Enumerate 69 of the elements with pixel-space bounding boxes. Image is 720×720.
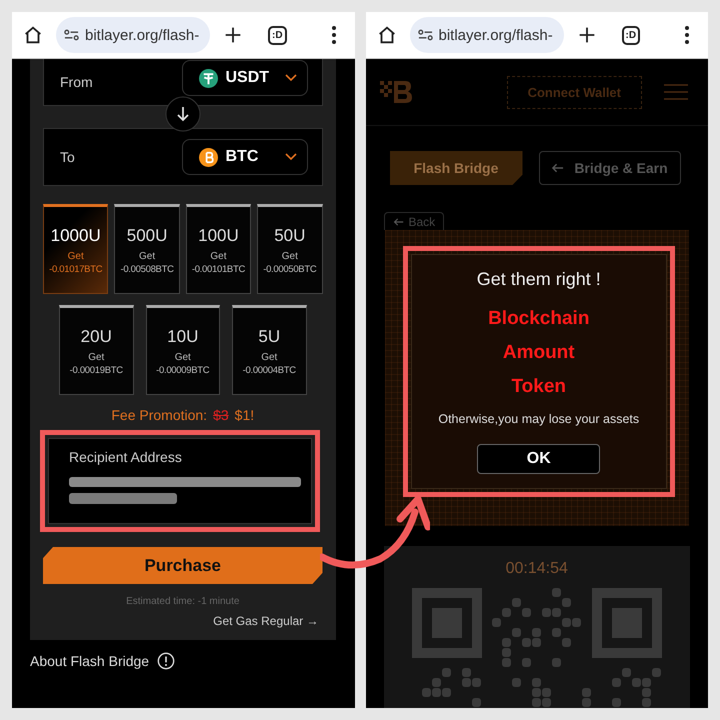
estimate-value: -0.00004BTC bbox=[242, 364, 296, 376]
url-text: bitlayer.org/flash- bbox=[85, 26, 200, 44]
get-label: Get bbox=[282, 250, 298, 262]
token-name: USDT bbox=[226, 69, 270, 87]
ok-button[interactable]: OK bbox=[477, 444, 600, 474]
warning-item: Amount bbox=[502, 341, 575, 365]
countdown-timer: 00:14:54 bbox=[506, 560, 568, 578]
tab-switcher[interactable]: :D bbox=[268, 26, 287, 44]
home-icon[interactable] bbox=[22, 24, 44, 46]
amount-option[interactable]: 1000U Get -0.01017BTC bbox=[43, 204, 108, 294]
token-selector[interactable]: BTC bbox=[182, 139, 308, 175]
amount-option[interactable]: 10U Get -0.00009BTC bbox=[146, 305, 220, 395]
warning-text: Otherwise,you may lose your assets bbox=[438, 412, 640, 426]
estimate-value: -0.00101BTC bbox=[192, 264, 246, 274]
get-label: Get bbox=[210, 250, 226, 262]
site-settings-icon bbox=[418, 29, 432, 41]
amount-option[interactable]: 500U Get -0.00508BTC bbox=[114, 204, 180, 294]
address-bar[interactable]: bitlayer.org/flash- bbox=[410, 17, 564, 53]
get-label: Get bbox=[139, 250, 156, 262]
menu-icon[interactable] bbox=[684, 25, 690, 45]
get-label: Get bbox=[261, 352, 278, 362]
amount-value: 20U bbox=[80, 326, 112, 346]
chevron-down-icon bbox=[284, 74, 296, 82]
estimated-time: Estimated time: -1 minute bbox=[125, 596, 240, 607]
url-text: bitlayer.org/flash- bbox=[438, 26, 553, 44]
purchase-button[interactable]: Purchase bbox=[43, 547, 322, 584]
get-label: Get bbox=[174, 352, 191, 362]
tab-switcher[interactable]: :D bbox=[622, 26, 640, 44]
amount-value: 500U bbox=[126, 226, 168, 246]
old-price: $3 bbox=[213, 407, 229, 423]
estimate-value: -0.00050BTC bbox=[263, 264, 316, 274]
recipient-field[interactable]: Recipient Address bbox=[48, 438, 312, 524]
new-price: $1! bbox=[234, 407, 254, 423]
address-bar[interactable]: bitlayer.org/flash- bbox=[56, 17, 210, 53]
chevron-down-icon bbox=[284, 153, 296, 161]
arrow-left-icon bbox=[551, 163, 564, 173]
estimate-value: -0.00508BTC bbox=[120, 264, 174, 274]
amount-option[interactable]: 20U Get -0.00019BTC bbox=[59, 305, 134, 395]
amount-option[interactable]: 100U Get -0.00101BTC bbox=[186, 204, 252, 294]
dialog-title: Get them right ! bbox=[476, 269, 601, 290]
amount-option[interactable]: 5U Get -0.00004BTC bbox=[232, 305, 306, 395]
menu-icon[interactable] bbox=[330, 25, 336, 45]
token-selector[interactable]: USDT bbox=[182, 60, 308, 96]
about-link[interactable]: About Flash Bridge bbox=[30, 653, 150, 669]
swap-arrow-button[interactable] bbox=[164, 96, 201, 132]
amount-value: 50U bbox=[274, 226, 306, 246]
token-name: BTC bbox=[226, 148, 258, 166]
fee-label: Fee Promotion: bbox=[111, 407, 208, 423]
recipient-label: Recipient Address bbox=[69, 449, 183, 465]
site-settings-icon bbox=[64, 29, 79, 41]
tether-coin-icon bbox=[198, 68, 218, 88]
estimate-value: -0.01017BTC bbox=[49, 264, 102, 274]
bitcoin-coin-icon bbox=[198, 148, 218, 166]
estimate-value: -0.00009BTC bbox=[156, 364, 210, 376]
get-label: Get bbox=[88, 352, 104, 362]
warning-item: Token bbox=[511, 375, 566, 399]
gas-link[interactable]: Get Gas Regular → bbox=[213, 614, 318, 628]
amount-option[interactable]: 50U Get -0.00050BTC bbox=[257, 204, 322, 294]
swap-label: To bbox=[60, 149, 75, 165]
amount-value: 5U bbox=[258, 326, 280, 346]
info-icon[interactable] bbox=[157, 652, 176, 670]
amount-value: 10U bbox=[167, 326, 198, 346]
warning-item: Blockchain bbox=[488, 307, 590, 331]
get-label: Get bbox=[68, 250, 84, 262]
estimate-value: -0.00019BTC bbox=[70, 364, 123, 376]
swap-label: From bbox=[60, 74, 93, 90]
amount-value: 1000U bbox=[50, 226, 101, 246]
arrow-left-icon bbox=[392, 218, 404, 226]
amount-value: 100U bbox=[198, 226, 239, 246]
